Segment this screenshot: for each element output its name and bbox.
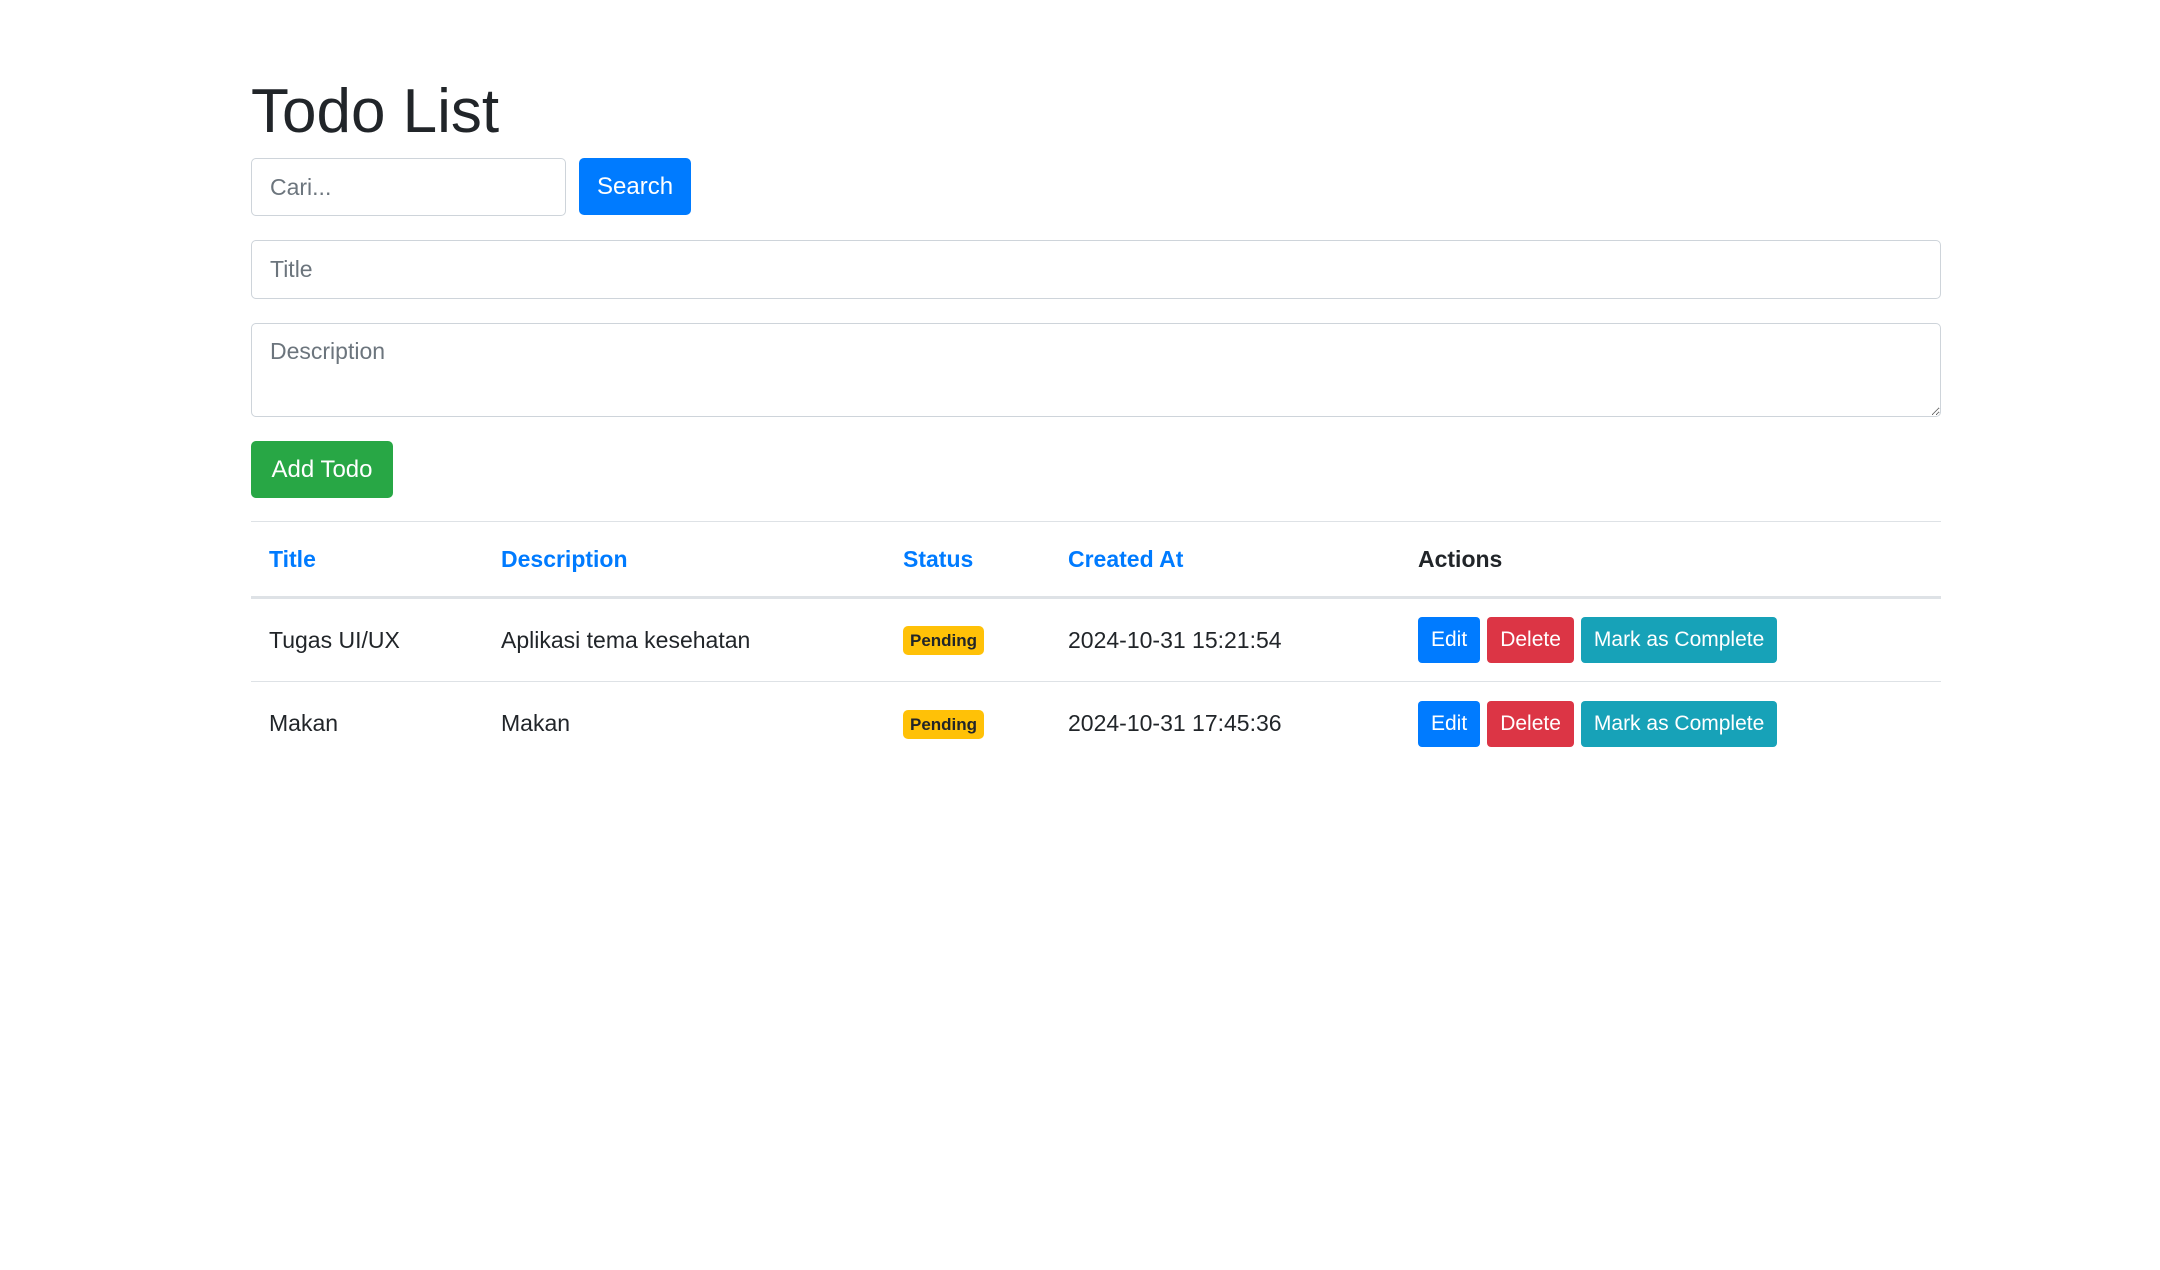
todo-title-input[interactable] <box>251 240 1941 299</box>
page-title: Todo List <box>251 77 500 146</box>
todo-table: Title Description Status Created At Acti… <box>251 521 1941 766</box>
todo-status-cell: Pending <box>885 682 1050 766</box>
row-actions: Edit Delete Mark as Complete <box>1418 700 1923 747</box>
edit-button[interactable]: Edit <box>1418 700 1481 747</box>
todo-status-cell: Pending <box>885 598 1050 682</box>
status-badge: Pending <box>903 709 985 739</box>
todo-created-at-cell: 2024-10-31 17:45:36 <box>1068 710 1282 737</box>
table-row: Tugas UI/UX Aplikasi tema kesehatan Pend… <box>251 598 1941 682</box>
todo-created-at-cell: 2024-10-31 15:21:54 <box>1068 626 1282 653</box>
header-created-at: Created At <box>1050 522 1400 598</box>
todo-description-cell: Makan <box>501 710 571 737</box>
todo-actions-cell: Edit Delete Mark as Complete <box>1400 598 1941 682</box>
search-button[interactable]: Search <box>579 158 692 215</box>
search-input[interactable] <box>251 158 566 216</box>
delete-button[interactable]: Delete <box>1487 617 1574 663</box>
todo-description-cell: Aplikasi tema kesehatan <box>501 626 751 653</box>
delete-button[interactable]: Delete <box>1487 700 1574 747</box>
todo-title-cell: Makan <box>269 710 339 737</box>
table-row: Makan Makan Pending 2024-10-31 17:45:36 … <box>251 682 1941 766</box>
sort-by-created-at-link[interactable]: Created At <box>1068 546 1183 572</box>
sort-by-status-link[interactable]: Status <box>903 546 973 572</box>
header-description: Description <box>483 522 885 598</box>
status-badge: Pending <box>903 626 985 655</box>
header-title: Title <box>251 522 483 598</box>
todo-title-cell: Tugas UI/UX <box>269 626 400 653</box>
sort-by-title-link[interactable]: Title <box>269 546 316 572</box>
mark-complete-button[interactable]: Mark as Complete <box>1580 617 1778 663</box>
todo-actions-cell: Edit Delete Mark as Complete <box>1400 682 1941 766</box>
sort-by-description-link[interactable]: Description <box>501 546 628 572</box>
mark-complete-button[interactable]: Mark as Complete <box>1580 700 1778 747</box>
row-actions: Edit Delete Mark as Complete <box>1418 617 1923 663</box>
header-actions: Actions <box>1418 545 1503 572</box>
add-todo-button[interactable]: Add Todo <box>251 441 393 498</box>
header-status: Status <box>885 522 1050 598</box>
search-bar: Search <box>251 158 692 216</box>
todo-description-input[interactable] <box>251 323 1941 417</box>
edit-button[interactable]: Edit <box>1418 617 1481 663</box>
table-header-row: Title Description Status Created At Acti… <box>251 521 1941 598</box>
